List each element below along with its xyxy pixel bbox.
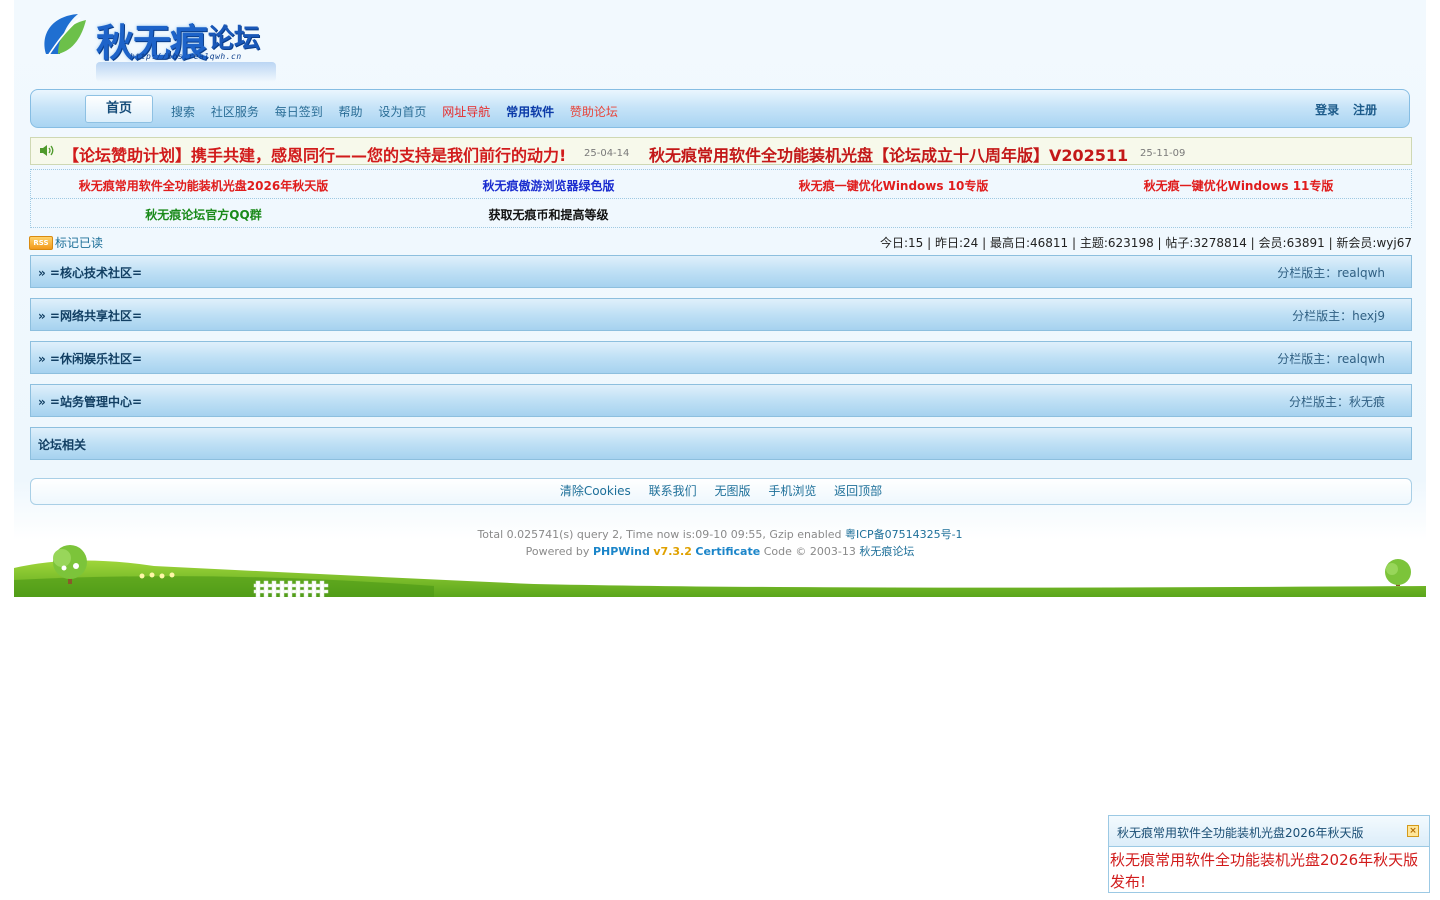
nav-item-set-homepage[interactable]: 设为首页	[378, 103, 426, 120]
speaker-icon	[40, 145, 54, 156]
announcement-bar: 【论坛赞助计划】携手共建，感恩同行——您的支持是我们前行的动力! 25-04-1…	[30, 137, 1412, 165]
version-label: v7.3.2	[653, 545, 692, 558]
nav-item-daily-checkin[interactable]: 每日签到	[275, 103, 323, 120]
featured-link[interactable]: 秋无痕论坛官方QQ群	[31, 206, 376, 223]
category-bar[interactable]: » =站务管理中心= 分栏版主：秋无痕	[30, 384, 1412, 417]
mobile-view-link[interactable]: 手机浏览	[768, 479, 816, 504]
logo-reflection	[96, 62, 276, 82]
login-link[interactable]: 登录	[1315, 103, 1339, 117]
copyright-label: Code © 2003-13	[763, 545, 856, 558]
announcement-date-1: 25-04-14	[584, 148, 630, 159]
nav-item-url-navigation[interactable]: 网址导航	[442, 103, 490, 120]
links-row: 秋无痕论坛官方QQ群 获取无痕币和提高等级	[31, 199, 1411, 227]
category-bar[interactable]: » =休闲娱乐社区= 分栏版主：realqwh	[30, 341, 1412, 374]
back-to-top-link[interactable]: 返回顶部	[834, 479, 882, 504]
featured-link[interactable]: 秋无痕一键优化Windows 11专版	[1066, 177, 1411, 194]
category-title[interactable]: » =核心技术社区=	[38, 264, 142, 281]
category-moderator: 分栏版主：realqwh	[1277, 352, 1385, 366]
category-title[interactable]: » =休闲娱乐社区=	[38, 350, 142, 367]
featured-link[interactable]: 获取无痕币和提高等级	[376, 206, 721, 223]
category-title[interactable]: 论坛相关	[38, 436, 86, 453]
category-bar[interactable]: » =网络共享社区= 分栏版主：hexj9	[30, 298, 1412, 331]
leaf-logo-icon	[44, 14, 86, 57]
footer-links: 清除Cookies 联系我们 无图版 手机浏览 返回顶部	[30, 478, 1412, 505]
featured-link[interactable]: 秋无痕常用软件全功能装机光盘2026年秋天版	[31, 177, 376, 194]
category-title[interactable]: » =网络共享社区=	[38, 307, 142, 324]
category-moderator: 分栏版主：秋无痕	[1288, 395, 1385, 409]
debug-info: Total 0.025741(s) query 2, Time now is:0…	[477, 528, 842, 541]
phpwind-link[interactable]: PHPWind	[593, 545, 650, 558]
close-icon[interactable]: ×	[1407, 825, 1419, 837]
nav-item-help[interactable]: 帮助	[339, 103, 363, 120]
forum-page: 秋无痕 论坛 http://bbs.realqwh.cn 首页 搜索 社区服务 …	[14, 0, 1426, 597]
forum-stats: 今日:15 | 昨日:24 | 最高日:46811 | 主题:623198 | …	[880, 236, 1412, 250]
contact-us-link[interactable]: 联系我们	[649, 479, 697, 504]
links-row: 秋无痕常用软件全功能装机光盘2026年秋天版 秋无痕傲游浏览器绿色版 秋无痕一键…	[31, 170, 1411, 199]
notice-popup: 秋无痕常用软件全功能装机光盘2026年秋天版 × 秋无痕常用软件全功能装机光盘2…	[1108, 815, 1430, 893]
powered-by-label: Powered by	[525, 545, 590, 558]
category-title[interactable]: » =站务管理中心=	[38, 393, 142, 410]
nav-home-tab[interactable]: 首页	[85, 95, 153, 123]
nav-item-search[interactable]: 搜索	[171, 103, 195, 120]
popup-title[interactable]: 秋无痕常用软件全功能装机光盘2026年秋天版	[1117, 824, 1364, 841]
announcement-link-1[interactable]: 【论坛赞助计划】携手共建，感恩同行——您的支持是我们前行的动力!	[63, 142, 566, 166]
footer-line-2: Powered by PHPWind v7.3.2 Certificate Co…	[14, 543, 1426, 560]
forum-logo[interactable]: 秋无痕 论坛 http://bbs.realqwh.cn	[34, 6, 279, 82]
footer-credits: Total 0.025741(s) query 2, Time now is:0…	[14, 526, 1426, 560]
nav-item-common-software[interactable]: 常用软件	[506, 103, 554, 120]
category-bar[interactable]: 论坛相关	[30, 427, 1412, 460]
icp-link[interactable]: 粤ICP备07514325号-1	[845, 528, 963, 541]
certificate-link[interactable]: Certificate	[695, 545, 760, 558]
nav-item-community-service[interactable]: 社区服务	[211, 103, 259, 120]
register-link[interactable]: 注册	[1353, 103, 1377, 117]
popup-body[interactable]: 秋无痕常用软件全功能装机光盘2026年秋天版发布!	[1110, 849, 1426, 893]
mark-read-link[interactable]: 标记已读	[55, 234, 103, 251]
text-only-link[interactable]: 无图版	[714, 479, 750, 504]
featured-link[interactable]: 秋无痕傲游浏览器绿色版	[376, 177, 721, 194]
nav-item-sponsor[interactable]: 赞助论坛	[570, 103, 618, 120]
popup-header: 秋无痕常用软件全功能装机光盘2026年秋天版	[1109, 816, 1429, 847]
nav-items: 搜索 社区服务 每日签到 帮助 设为首页 网址导航 常用软件 赞助论坛	[171, 103, 630, 120]
category-moderator: 分栏版主：realqwh	[1277, 266, 1385, 280]
featured-link[interactable]: 秋无痕一键优化Windows 10专版	[721, 177, 1066, 194]
rss-icon[interactable]: RSS	[29, 236, 53, 250]
category-bar[interactable]: » =核心技术社区= 分栏版主：realqwh	[30, 255, 1412, 288]
footer-line-1: Total 0.025741(s) query 2, Time now is:0…	[14, 526, 1426, 543]
main-nav: 首页 搜索 社区服务 每日签到 帮助 设为首页 网址导航 常用软件 赞助论坛 登…	[30, 89, 1410, 128]
category-moderator: 分栏版主：hexj9	[1292, 309, 1385, 323]
auth-links: 登录 注册	[1305, 101, 1377, 118]
announcement-date-2: 25-11-09	[1140, 148, 1186, 159]
logo-url: http://bbs.realqwh.cn	[130, 52, 242, 61]
clear-cookies-link[interactable]: 清除Cookies	[560, 479, 631, 504]
announcement-link-2[interactable]: 秋无痕常用软件全功能装机光盘【论坛成立十八周年版】V202511	[649, 142, 1128, 166]
featured-links-table: 秋无痕常用软件全功能装机光盘2026年秋天版 秋无痕傲游浏览器绿色版 秋无痕一键…	[30, 169, 1412, 228]
site-link[interactable]: 秋无痕论坛	[859, 545, 914, 558]
logo-suffix: 论坛	[208, 24, 261, 54]
